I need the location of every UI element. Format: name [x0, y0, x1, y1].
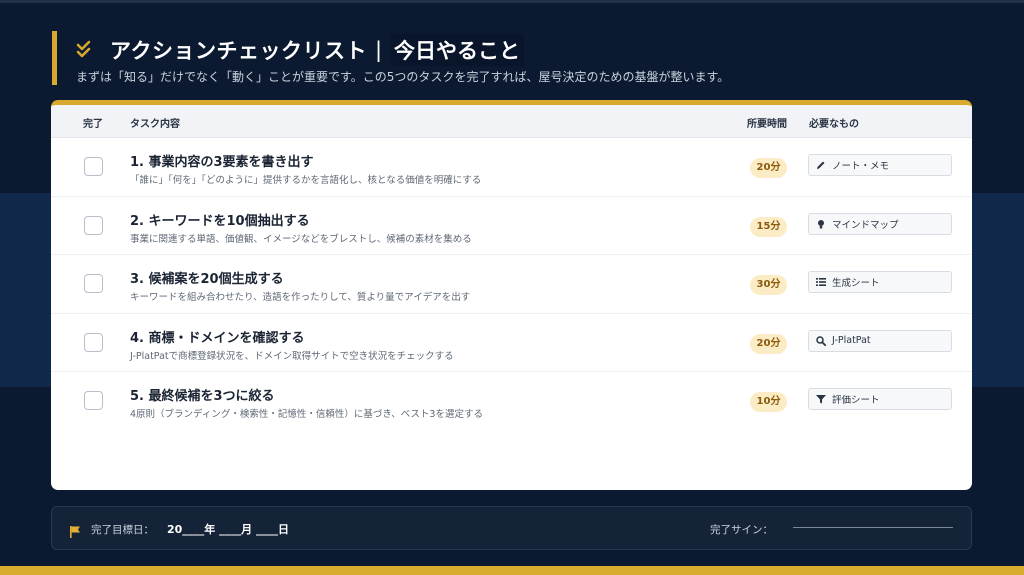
task-checkbox[interactable]	[84, 274, 103, 293]
signature-line[interactable]	[793, 527, 953, 528]
requirement-box: J-PlatPat	[808, 329, 952, 352]
list-icon	[816, 277, 826, 287]
column-header-task: タスク内容	[130, 119, 180, 130]
search-icon	[816, 335, 827, 346]
task-title: 3. 候補案を20個生成する	[130, 272, 284, 287]
task-description: 事業に関連する単語、価値観、イメージなどをブレストし、候補の素材を集める	[130, 233, 472, 245]
requirement-label: 生成シート	[832, 278, 880, 289]
task-title: 1. 事業内容の3要素を書き出す	[130, 155, 314, 170]
table-row: 5. 最終候補を3つに絞る 4原則（ブランディング・検索性・記憶性・信頼性）に基…	[51, 372, 972, 431]
target-date-label: 完了目標日：	[91, 524, 154, 536]
requirement-label: 評価シート	[832, 395, 880, 406]
column-header-done: 完了	[83, 119, 103, 130]
requirement-label: ノート・メモ	[832, 161, 890, 172]
task-description: 4原則（ブランディング・検索性・記憶性・信頼性）に基づき、ベスト3を選定する	[130, 409, 483, 420]
table-row: 3. 候補案を20個生成する キーワードを組み合わせたり、造語を作ったりして、質…	[51, 255, 972, 314]
requirement-label: J-PlatPat	[832, 335, 871, 346]
page-header: アクションチェックリスト | 今日やること まずは「知る」だけでなく「動く」こと…	[52, 31, 972, 87]
requirement-box: マインドマップ	[808, 212, 952, 235]
table-header: 完了 タスク内容 所要時間 必要なもの	[51, 105, 972, 138]
checklist-card: 完了 タスク内容 所要時間 必要なもの 1. 事業内容の3要素を書き出す 「誰に…	[51, 100, 972, 490]
requirement-box: 生成シート	[808, 271, 952, 293]
task-checkbox[interactable]	[84, 215, 103, 235]
flag-icon	[70, 523, 81, 538]
footer-panel: 完了目標日： 20____年 ____月 ____日 完了サイン：	[51, 506, 972, 550]
task-title: 4. 商標・ドメインを確認する	[130, 330, 305, 346]
task-title: 2. キーワードを10個抽出する	[130, 213, 310, 229]
page-subtitle: まずは「知る」だけでなく「動く」ことが重要です。この5つのタスクを完了すれば、屋…	[76, 70, 730, 84]
table-row: 4. 商標・ドメインを確認する J-PlatPatで商標登録状況を、ドメイン取得…	[51, 314, 972, 372]
title-separator: |	[374, 38, 383, 62]
requirement-label: マインドマップ	[832, 219, 899, 231]
pencil-icon	[816, 160, 826, 170]
time-badge: 20分	[750, 158, 787, 178]
task-title: 5. 最終候補を3つに絞る	[130, 389, 275, 404]
header-accent-bar	[52, 31, 57, 85]
table-row: 1. 事業内容の3要素を書き出す 「誰に」「何を」「どのように」提供するかを言語…	[51, 138, 972, 197]
task-checkbox[interactable]	[84, 391, 103, 410]
requirement-box: ノート・メモ	[808, 154, 952, 176]
filter-icon	[816, 394, 826, 404]
time-badge: 10分	[750, 392, 787, 412]
signature-label: 完了サイン：	[710, 524, 773, 536]
time-badge: 15分	[750, 216, 787, 237]
task-description: 「誰に」「何を」「どのように」提供するかを言語化し、核となる価値を明確にする	[130, 175, 482, 186]
title-row: アクションチェックリスト | 今日やること	[76, 34, 525, 66]
task-checkbox[interactable]	[84, 332, 103, 352]
double-check-icon	[76, 40, 96, 60]
requirement-box: 評価シート	[808, 388, 952, 410]
task-description: キーワードを組み合わせたり、造語を作ったりして、質より量でアイデアを出す	[130, 292, 471, 303]
column-header-need: 必要なもの	[809, 119, 859, 130]
column-header-time: 所要時間	[747, 119, 787, 130]
time-badge: 30分	[750, 275, 787, 295]
page-title: アクションチェックリスト	[110, 39, 367, 63]
table-row: 2. キーワードを10個抽出する 事業に関連する単語、価値観、イメージなどをブレ…	[51, 197, 972, 255]
page-title-accent: 今日やること	[390, 34, 525, 66]
time-badge: 20分	[750, 333, 787, 354]
task-description: J-PlatPatで商標登録状況を、ドメイン取得サイトで空き状況をチェックする	[130, 350, 454, 362]
lightbulb-icon	[816, 219, 826, 229]
bottom-accent-bar	[0, 566, 1024, 575]
target-date-field[interactable]: 20____年 ____月 ____日	[167, 521, 289, 537]
task-checkbox[interactable]	[84, 157, 103, 176]
top-border	[0, 0, 1024, 3]
